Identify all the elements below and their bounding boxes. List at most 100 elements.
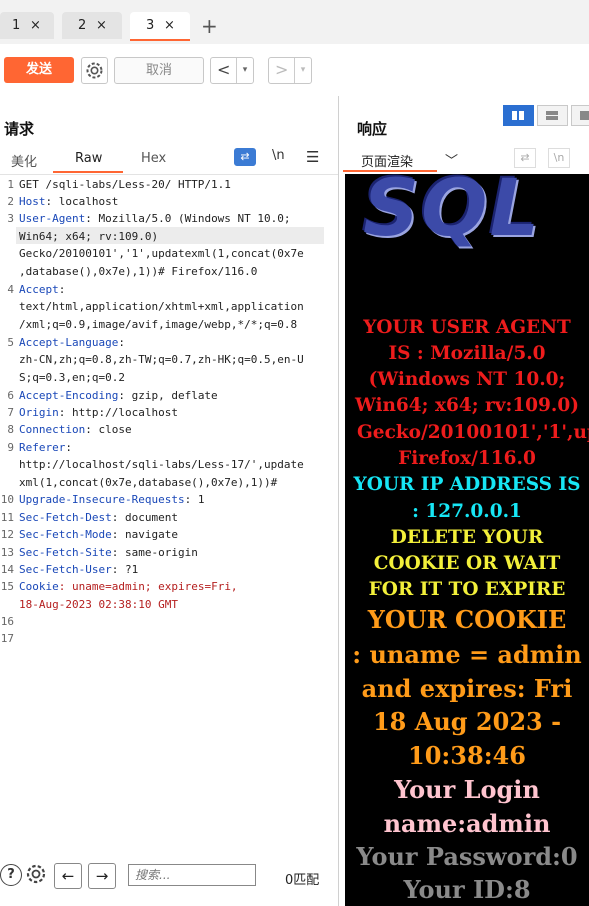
tab-raw[interactable]: Raw [75, 151, 102, 166]
rendered-text-line: : uname = admin [352, 640, 582, 669]
line-number: 11 [0, 511, 14, 524]
tab-render[interactable]: 页面渲染 [361, 151, 413, 170]
header-value: : [58, 283, 66, 296]
previous-match-button[interactable]: ← [54, 863, 82, 889]
active-tab-indicator [343, 170, 437, 172]
close-icon[interactable]: × [96, 12, 107, 39]
match-count: 0匹配 [285, 873, 320, 888]
rendered-page: SQL YOUR USER AGENT IS : Mozilla/5.0 (Wi… [345, 174, 589, 906]
toolbar: 发送 取消 < ▾ > ▾ [0, 44, 589, 94]
chevron-down-icon[interactable]: ▾ [236, 58, 253, 83]
line-number: 15 [0, 580, 14, 593]
header-name: Upgrade-Insecure-Requests [19, 493, 185, 506]
request-line-wrap: Gecko/20100101','1',updatexml(1,concat(0… [19, 247, 304, 260]
request-line-wrap: S;q=0.3,en;q=0.2 [19, 371, 125, 384]
header-value: : navigate [111, 528, 178, 541]
request-line: Host: localhost [19, 195, 118, 208]
request-line-wrap: zh-CN,zh;q=0.8,zh-TW;q=0.7,zh-HK;q=0.5,e… [19, 353, 304, 366]
request-line: Accept-Encoding: gzip, deflate [19, 389, 218, 402]
rendered-text-line: Gecko/20100101','1',upd [357, 422, 589, 443]
menu-icon[interactable]: ☰ [306, 148, 319, 166]
add-tab-icon[interactable]: + [201, 14, 218, 38]
chevron-down-icon[interactable]: ▾ [294, 58, 311, 83]
back-arrow-icon: < [217, 60, 231, 79]
tab-pretty[interactable]: 美化 [11, 151, 37, 170]
next-match-button[interactable]: → [88, 863, 116, 889]
line-number: 9 [7, 441, 14, 454]
layout-side-by-side-button[interactable] [503, 105, 534, 126]
show-newlines-toggle[interactable]: \n [272, 148, 285, 163]
close-icon[interactable]: × [30, 12, 41, 39]
line-number: 16 [0, 615, 14, 628]
header-name: Accept [19, 283, 59, 296]
send-button[interactable]: 发送 [4, 57, 74, 83]
header-name: Accept-Language [19, 336, 119, 349]
header-value: : document [111, 511, 178, 524]
header-value: : same-origin [111, 546, 198, 559]
header-value: : localhost [45, 195, 119, 208]
search-input[interactable] [128, 864, 256, 886]
back-button[interactable]: < ▾ [210, 57, 254, 84]
show-newlines-toggle[interactable]: \n [548, 148, 570, 168]
header-value: : 1 [184, 493, 205, 506]
help-icon[interactable]: ? [0, 864, 22, 886]
request-line-wrap: Win64; x64; rv:109.0) [19, 230, 159, 243]
request-line: Upgrade-Insecure-Requests: 1 [19, 493, 204, 506]
tab-label: 2 [78, 18, 87, 33]
rendered-text-line: and expires: Fri [361, 674, 573, 703]
request-line: Sec-Fetch-Mode: navigate [19, 528, 178, 541]
request-editor[interactable]: 1 2 3 4 5 6 7 8 9 10 11 12 13 14 15 16 1… [0, 176, 338, 646]
single-pane-icon [580, 111, 589, 120]
rendered-text-line: (Windows NT 10.0; [368, 369, 566, 390]
request-line: Connection: close [19, 423, 132, 436]
active-tab-indicator [53, 171, 123, 173]
line-number: 14 [0, 563, 14, 576]
request-line: Origin: http://localhost [19, 406, 178, 419]
chevron-down-icon[interactable]: ﹀ [445, 150, 458, 169]
settings-button[interactable] [81, 57, 108, 84]
header-value: : [118, 336, 125, 349]
tab-strip: 1 × 2 × 3 × + [0, 0, 589, 45]
line-number: 12 [0, 528, 14, 541]
header-name: Host [19, 195, 46, 208]
request-tab-1[interactable]: 1 × [0, 12, 54, 39]
line-number: 4 [7, 283, 14, 296]
header-value: : http://localhost [58, 406, 178, 419]
line-number: 3 [7, 212, 14, 225]
request-line: GET /sqli-labs/Less-20/ HTTP/1.1 [19, 178, 231, 191]
line-number: 5 [7, 336, 14, 349]
request-tab-3[interactable]: 3 × [130, 12, 190, 41]
rendered-text-line: Your Login [394, 775, 540, 804]
request-line: Accept-Language: [19, 336, 125, 349]
line-number: 10 [0, 493, 14, 506]
request-line-wrap: xml(1,concat(0x7e,database(),0x7e),1))# [19, 476, 278, 489]
request-line: Sec-Fetch-User: ?1 [19, 563, 138, 576]
request-pane: 请求 美化 Raw Hex ⇄ \n ☰ 1 2 3 4 5 6 7 8 9 1… [0, 96, 339, 906]
cancel-button[interactable]: 取消 [114, 57, 204, 84]
close-icon[interactable]: × [164, 12, 175, 39]
request-line: Accept: [19, 283, 65, 296]
rendered-text-line: 18 Aug 2023 - [372, 707, 562, 736]
header-name: Sec-Fetch-Dest [19, 511, 112, 524]
layout-stacked-button[interactable] [537, 105, 568, 126]
gear-icon[interactable] [24, 862, 48, 892]
rendered-text-line: name:admin [383, 809, 551, 838]
menu-icon[interactable]: ⋮ [585, 148, 589, 163]
forward-button[interactable]: > ▾ [268, 57, 312, 84]
request-line: Referer: [19, 441, 72, 454]
response-title: 响应 [357, 120, 388, 138]
header-name: Accept-Encoding [19, 389, 119, 402]
line-number: 2 [7, 195, 14, 208]
line-number: 8 [7, 423, 14, 436]
tab-label: 3 [146, 18, 155, 33]
layout-single-button[interactable] [571, 105, 589, 126]
request-tab-2[interactable]: 2 × [62, 12, 122, 39]
line-number: 1 [7, 178, 14, 191]
rows-icon [546, 111, 558, 120]
header-value: : [65, 441, 72, 454]
rendered-text-line: YOUR USER AGENT [363, 317, 571, 338]
tab-hex[interactable]: Hex [141, 151, 166, 166]
header-name: User-Agent [19, 212, 86, 225]
word-wrap-icon[interactable]: ⇄ [514, 148, 536, 168]
word-wrap-icon[interactable]: ⇄ [234, 148, 256, 166]
